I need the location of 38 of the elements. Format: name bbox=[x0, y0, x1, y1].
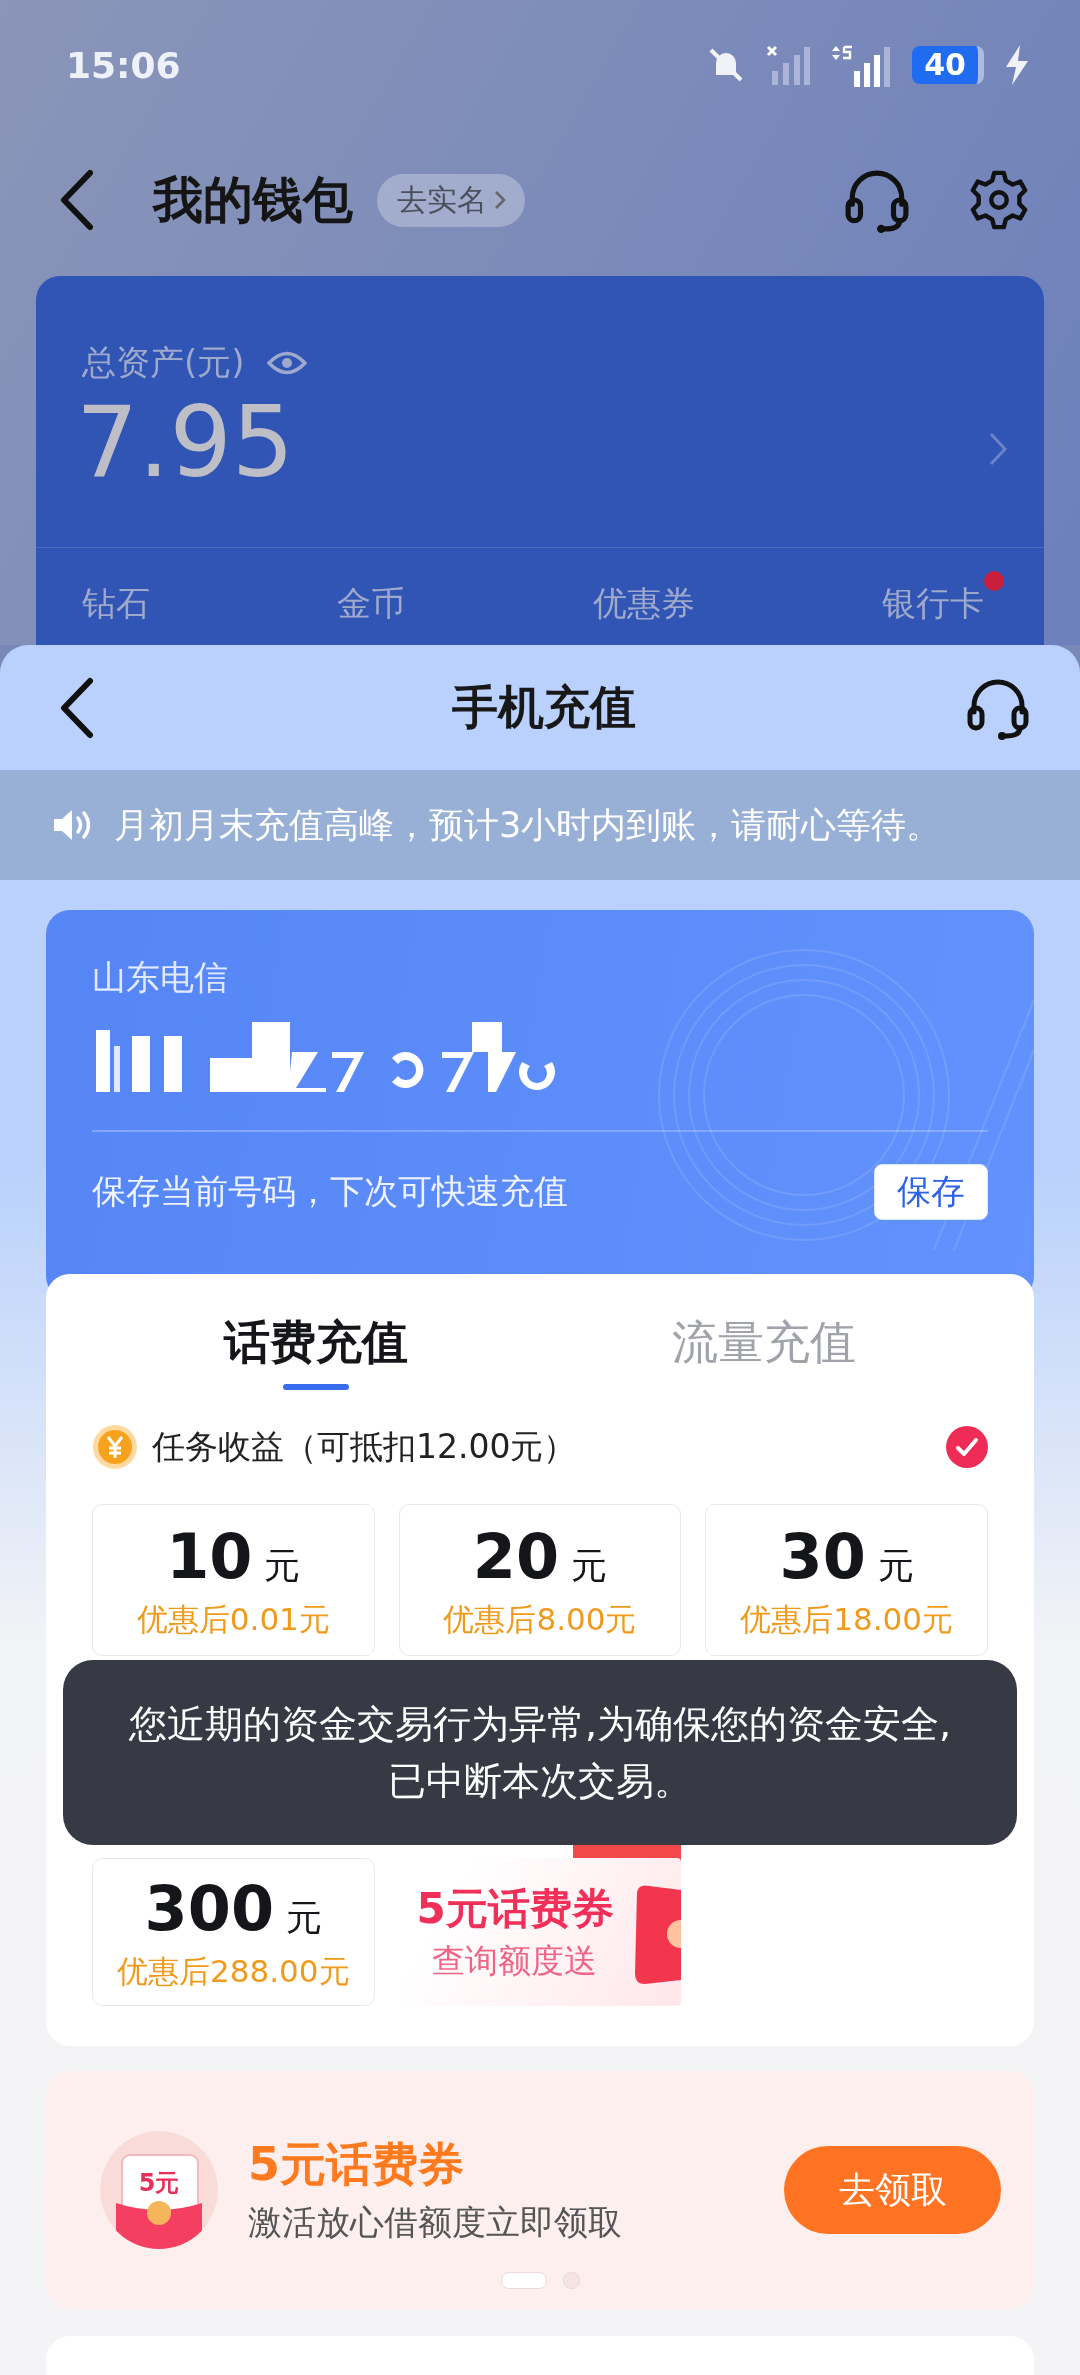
signal-icon bbox=[766, 45, 810, 85]
total-assets-value: 7.95 bbox=[76, 384, 295, 501]
status-time: 15:06 bbox=[66, 44, 181, 86]
save-hint: 保存当前号码，下次可快速充值 bbox=[92, 1169, 568, 1213]
amount-option[interactable]: 20 元 优惠后8.00元 bbox=[398, 1504, 682, 1656]
sheet-title: 手机充值 bbox=[451, 678, 637, 736]
tab[interactable]: 话费充值 bbox=[92, 1312, 540, 1390]
checkbox[interactable] bbox=[946, 1426, 988, 1468]
total-assets-label: 总资产(元) bbox=[82, 341, 245, 384]
asset-label[interactable]: 银行卡 bbox=[882, 583, 984, 623]
charging-bolt-icon bbox=[1004, 45, 1030, 85]
toast-message: 您近期的资金交易行为异常,为确保您的资金安全, 已中断本次交易。 bbox=[128, 1700, 952, 1805]
settings-icon[interactable] bbox=[968, 169, 1030, 231]
battery-icon: 40 bbox=[912, 46, 984, 84]
coupon-value: 5元 bbox=[137, 2168, 181, 2199]
balance-card[interactable]: 总资产(元) 7.95 钻石 金币 优惠券 银行卡 bbox=[36, 276, 1044, 645]
tab[interactable]: 流量充值 bbox=[540, 1312, 988, 1390]
chevron-right-icon bbox=[493, 189, 507, 211]
signal-5g-icon bbox=[830, 43, 892, 87]
notice-text: 月初月末充值高峰，预计3小时内到账，请耐心等待。 bbox=[114, 803, 942, 847]
coupon-envelope-icon bbox=[100, 2131, 218, 2249]
verify-chip[interactable]: 去实名 bbox=[377, 173, 525, 227]
promo-subtitle: 激活放心借额度立即领取 bbox=[248, 2205, 622, 2239]
promo-title: 5元话费券 bbox=[248, 2141, 465, 2187]
save-button[interactable]: 保存 bbox=[874, 1163, 988, 1220]
coin-icon bbox=[92, 1424, 138, 1470]
asset-label[interactable]: 优惠券 bbox=[592, 583, 695, 623]
amount-option[interactable]: 30 元 优惠后18.00元 bbox=[705, 1504, 988, 1656]
eye-icon[interactable] bbox=[266, 350, 307, 376]
page-title: 我的钱包 bbox=[153, 169, 353, 231]
claim-button[interactable]: 去领取 bbox=[784, 2146, 1001, 2234]
asset-label[interactable]: 钻石 bbox=[82, 583, 150, 623]
amount-option[interactable]: 10 元 优惠后0.01元 bbox=[92, 1504, 375, 1656]
deduction-label: 任务收益（可抵扣12.00元） bbox=[152, 1425, 577, 1468]
carrier-name: 山东电信 bbox=[92, 960, 229, 994]
asset-label[interactable]: 金币 bbox=[337, 583, 406, 623]
amount-option[interactable]: 300 元 优惠后288.00元 bbox=[92, 1858, 375, 2006]
promo-banner[interactable]: 5元 5元话费券 激活放心借额度立即领取 去领取 bbox=[46, 2071, 1034, 2309]
